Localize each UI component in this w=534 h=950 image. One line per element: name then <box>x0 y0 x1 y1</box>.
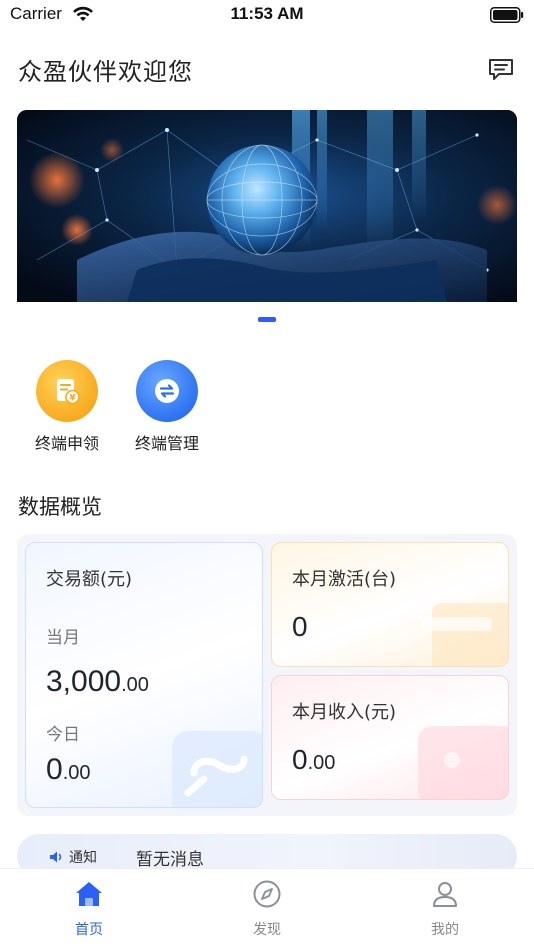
data-overview-panel: 交易额(元) 当月 3,000.00 今日 0.00 本月激活(台) 0 本月收… <box>17 534 517 816</box>
quick-action-label: 终端申领 <box>34 434 99 453</box>
banner-image <box>17 110 517 302</box>
speaker-icon <box>49 849 65 863</box>
battery-icon <box>490 7 524 23</box>
section-title-data-overview: 数据概览 <box>18 495 102 519</box>
svg-text:¥: ¥ <box>69 394 76 404</box>
trade-month-dec: .00 <box>121 674 149 696</box>
monthly-income-card[interactable]: 本月收入(元) 0.00 <box>271 675 509 800</box>
activation-int: 0 <box>292 611 308 642</box>
transfer-icon <box>136 360 198 422</box>
clock-time: 11:53 AM <box>230 4 304 23</box>
message-icon <box>489 59 513 80</box>
carousel-indicator[interactable] <box>258 317 276 322</box>
tab-discover[interactable]: 发现 <box>222 879 312 939</box>
activation-deco-icon <box>422 603 508 666</box>
user-icon <box>433 882 457 907</box>
status-bar: Carrier 11:53 AM <box>0 0 534 32</box>
activation-value: 0 <box>292 611 308 643</box>
bottom-tab-bar: 首页 发现 我的 <box>0 868 534 950</box>
header: 众盈伙伴欢迎您 <box>0 40 534 100</box>
quick-action-terminal-manage[interactable]: 终端管理 <box>117 360 217 454</box>
tab-discover-label: 发现 <box>253 922 281 938</box>
income-dec: .00 <box>307 752 336 774</box>
trade-today-int: 0 <box>46 753 63 786</box>
quick-action-label: 终端管理 <box>134 434 199 453</box>
home-icon <box>76 882 102 906</box>
tab-mine[interactable]: 我的 <box>400 879 490 939</box>
quick-action-terminal-apply[interactable]: ¥ 终端申领 <box>17 360 117 454</box>
tab-home-label: 首页 <box>75 922 103 938</box>
income-deco-icon <box>418 726 508 799</box>
income-card-title: 本月收入(元) <box>292 702 397 723</box>
notice-text: 暂无消息 <box>136 850 204 870</box>
trade-deco-icon <box>172 731 262 807</box>
activation-card-title: 本月激活(台) <box>292 569 397 590</box>
income-int: 0 <box>292 744 308 775</box>
income-value: 0.00 <box>292 744 335 776</box>
notice-label: 通知 <box>69 850 97 866</box>
trade-today-label: 今日 <box>46 725 80 745</box>
compass-icon <box>253 880 281 908</box>
document-apply-icon: ¥ <box>36 360 98 422</box>
trade-card-title: 交易额(元) <box>46 569 133 590</box>
banner-carousel[interactable] <box>17 110 517 302</box>
trade-today-value: 0.00 <box>46 753 91 787</box>
trade-month-int: 3,000 <box>46 665 122 698</box>
message-button[interactable] <box>486 54 516 84</box>
trade-amount-card[interactable]: 交易额(元) 当月 3,000.00 今日 0.00 <box>25 542 263 808</box>
trade-month-value: 3,000.00 <box>46 665 149 699</box>
tab-home[interactable]: 首页 <box>44 879 134 939</box>
trade-month-label: 当月 <box>46 628 80 648</box>
tab-mine-label: 我的 <box>431 922 459 938</box>
page-title: 众盈伙伴欢迎您 <box>18 58 193 86</box>
monthly-activation-card[interactable]: 本月激活(台) 0 <box>271 542 509 667</box>
trade-today-dec: .00 <box>62 762 91 784</box>
